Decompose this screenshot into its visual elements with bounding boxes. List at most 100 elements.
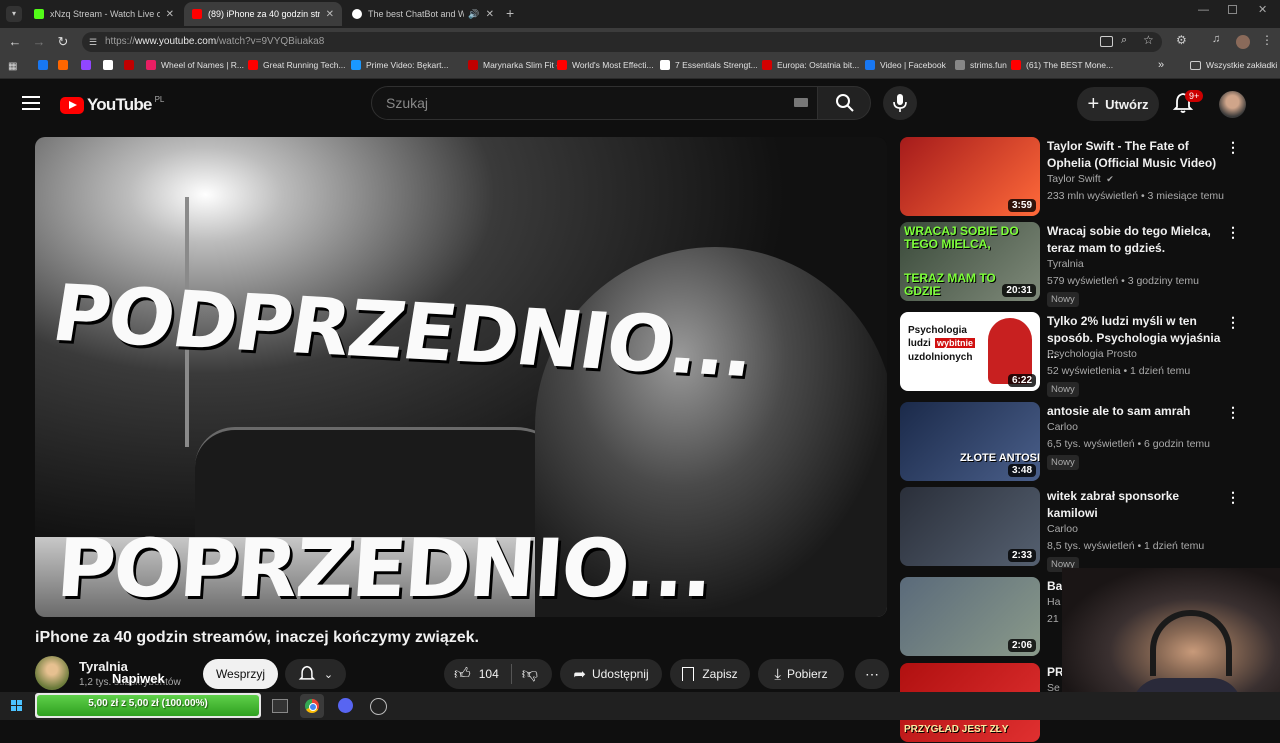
bookmark-item[interactable]: Wheel of Names | R... [146, 60, 244, 70]
recommendation-item[interactable]: 2:33 witek zabrał sponsorke kamilowi Carlo… [900, 487, 1260, 572]
address-bar[interactable]: ☰ https://www.youtube.com/watch?v=9VYQBi… [82, 32, 1162, 52]
support-button[interactable]: Wesprzyj [203, 659, 278, 689]
reload-icon[interactable]: ↻ [55, 34, 71, 50]
all-bookmarks[interactable]: Wszystkie zakładki [1190, 60, 1277, 70]
obs-taskbar-icon[interactable] [370, 698, 387, 715]
back-icon[interactable]: ← [7, 34, 23, 49]
bookmark-item[interactable]: strims.fun [955, 60, 1007, 70]
bookmark-item[interactable] [81, 60, 96, 70]
account-avatar[interactable] [1219, 91, 1246, 118]
recommendation-channel[interactable]: Carloo [1047, 523, 1078, 535]
video-thumbnail[interactable]: 2:33 [900, 487, 1040, 566]
bookmark-item[interactable]: Video | Facebook [865, 60, 946, 70]
subscription-bell-button[interactable]: ⌄ [285, 659, 346, 689]
recommendation-item[interactable]: ZŁOTE ANTOSIE 3:48 antosie ale to sam amra… [900, 402, 1260, 482]
bookmark-item[interactable]: Marynarka Slim Fit -... [468, 60, 566, 70]
chrome-taskbar-icon[interactable] [300, 694, 324, 718]
discord-taskbar-icon[interactable] [338, 698, 353, 713]
recommendation-meta: 233 mln wyświetleń • 3 miesiące temu [1047, 190, 1224, 202]
close-window-button[interactable]: ✕ [1258, 3, 1267, 16]
tab-search-button[interactable]: ▾ [6, 6, 22, 22]
close-icon[interactable]: ✕ [320, 9, 334, 20]
recommendation-channel[interactable]: Taylor Swift ✔ [1047, 173, 1114, 185]
recommendation-title[interactable]: antosie ale to sam amrah [1047, 403, 1222, 420]
recommendation-title[interactable]: Wracaj sobie do tego Mielca, teraz mam t… [1047, 223, 1222, 256]
save-button[interactable]: Zapisz [670, 659, 750, 689]
windows-icon[interactable] [11, 700, 22, 711]
more-icon[interactable]: ⋮ [1226, 139, 1240, 156]
media-control-icon[interactable]: ♫ [1212, 33, 1220, 45]
forward-icon[interactable]: → [31, 34, 47, 49]
tab-youtube[interactable]: (89) iPhone za 40 godzin stream ✕ [184, 2, 342, 26]
restore-button[interactable] [1228, 5, 1237, 14]
browser-menu-icon[interactable]: ⋮ [1261, 33, 1273, 47]
terminal-taskbar-icon[interactable] [272, 699, 288, 713]
recommendation-item[interactable]: WRACAJ SOBIE DO TEGO MIELCA, TERAZ MAM TO… [900, 222, 1260, 307]
thumbnail-text: wybitnie [935, 338, 976, 348]
profile-avatar[interactable] [1236, 35, 1250, 49]
more-icon[interactable]: ⋮ [1226, 489, 1240, 506]
bookmark-star-icon[interactable]: ☆ [1143, 33, 1154, 47]
recommendation-title[interactable]: Taylor Swift - The Fate of Ophelia (Offi… [1047, 138, 1222, 171]
video-thumbnail[interactable]: 3:59 [900, 137, 1040, 216]
install-icon[interactable] [1100, 36, 1113, 47]
bookmark-item[interactable] [124, 60, 139, 70]
like-button[interactable]: 👍︎ 104 [444, 665, 499, 684]
notifications-button[interactable]: 9+ [1172, 90, 1204, 118]
share-button[interactable]: ➦ Udostępnij [560, 659, 662, 689]
video-thumbnail[interactable]: 2:06 [900, 577, 1040, 656]
recommendation-item[interactable]: 3:59 Taylor Swift - The Fate of Ophelia (… [900, 137, 1260, 217]
bookmark-item[interactable]: Europa: Ostatnia bit... [762, 60, 859, 70]
share-icon: ➦ [573, 666, 586, 683]
bookmark-favicon-icon [955, 60, 965, 70]
bookmark-item[interactable]: Prime Video: Bękart... [351, 60, 449, 70]
recommendation-channel[interactable]: Carloo [1047, 421, 1078, 433]
bookmark-item[interactable]: World's Most Effecti... [557, 60, 654, 70]
bookmark-favicon-icon [103, 60, 113, 70]
search-button[interactable] [817, 86, 871, 120]
recommendation-title[interactable]: witek zabrał sponsorke kamilowi [1047, 488, 1222, 521]
tab-kick[interactable]: xNzq Stream - Watch Live on K ✕ [26, 2, 182, 26]
download-button[interactable]: ⤓ Pobierz [758, 659, 844, 689]
close-icon[interactable]: ✕ [160, 9, 174, 20]
recommendation-item[interactable]: Psychologia ludzi wybitnie uzdolnionych 6:22… [900, 312, 1260, 397]
close-icon[interactable]: ✕ [480, 9, 494, 20]
video-thumbnail[interactable]: ZŁOTE ANTOSIE 3:48 [900, 402, 1040, 481]
more-actions-button[interactable]: ⋯ [855, 659, 889, 689]
bookmark-item[interactable]: 7 Essentials Strengt... [660, 60, 758, 70]
tab-chatbot[interactable]: The best ChatBot and Widg 🔊 ✕ [344, 2, 502, 26]
bookmark-favicon-icon [557, 60, 567, 70]
extensions-icon[interactable]: ⚙ [1176, 33, 1187, 47]
video-thumbnail[interactable]: Psychologia ludzi wybitnie uzdolnionych 6:22 [900, 312, 1040, 391]
more-icon[interactable]: ⋮ [1226, 224, 1240, 241]
recommendation-channel[interactable]: Psychologia Prosto [1047, 348, 1137, 360]
bookmark-item[interactable] [58, 60, 73, 70]
menu-icon[interactable] [22, 96, 40, 110]
recommendation-channel[interactable]: Tyralnia [1047, 258, 1084, 270]
video-player[interactable]: PODPRZEDNIO... POPRZEDNIO... [35, 137, 887, 617]
apps-icon[interactable]: ▦ [8, 61, 17, 72]
video-duration: 2:06 [1007, 639, 1036, 652]
bookmark-item[interactable] [38, 60, 53, 70]
site-info-icon[interactable]: ☰ [89, 32, 97, 52]
bookmark-item[interactable]: Great Running Tech... [248, 60, 346, 70]
more-icon[interactable]: ⋮ [1226, 404, 1240, 421]
channel-avatar[interactable] [35, 656, 69, 690]
zoom-icon[interactable]: ⌕ [1121, 34, 1127, 47]
dislike-icon[interactable]: 👎︎ [522, 665, 538, 684]
recommendation-channel[interactable]: Ha [1047, 596, 1060, 608]
more-icon[interactable]: ⋮ [1226, 314, 1240, 331]
new-tab-button[interactable]: + [506, 5, 514, 21]
folder-icon [1190, 60, 1201, 70]
tab-title: xNzq Stream - Watch Live on K [50, 9, 160, 19]
voice-search-button[interactable] [883, 86, 917, 120]
create-button[interactable]: + Utwórz [1077, 87, 1159, 121]
more-bookmarks-icon[interactable]: » [1158, 59, 1164, 71]
bookmark-item[interactable]: (61) The BEST Mone... [1011, 60, 1113, 70]
youtube-logo[interactable]: YouTube PL [60, 95, 164, 115]
keyboard-icon[interactable] [794, 98, 808, 107]
bookmark-item[interactable] [103, 60, 118, 70]
search-input[interactable]: Szukaj [371, 86, 818, 120]
video-thumbnail[interactable]: WRACAJ SOBIE DO TEGO MIELCA, TERAZ MAM TO… [900, 222, 1040, 301]
minimize-button[interactable]: — [1198, 4, 1209, 16]
